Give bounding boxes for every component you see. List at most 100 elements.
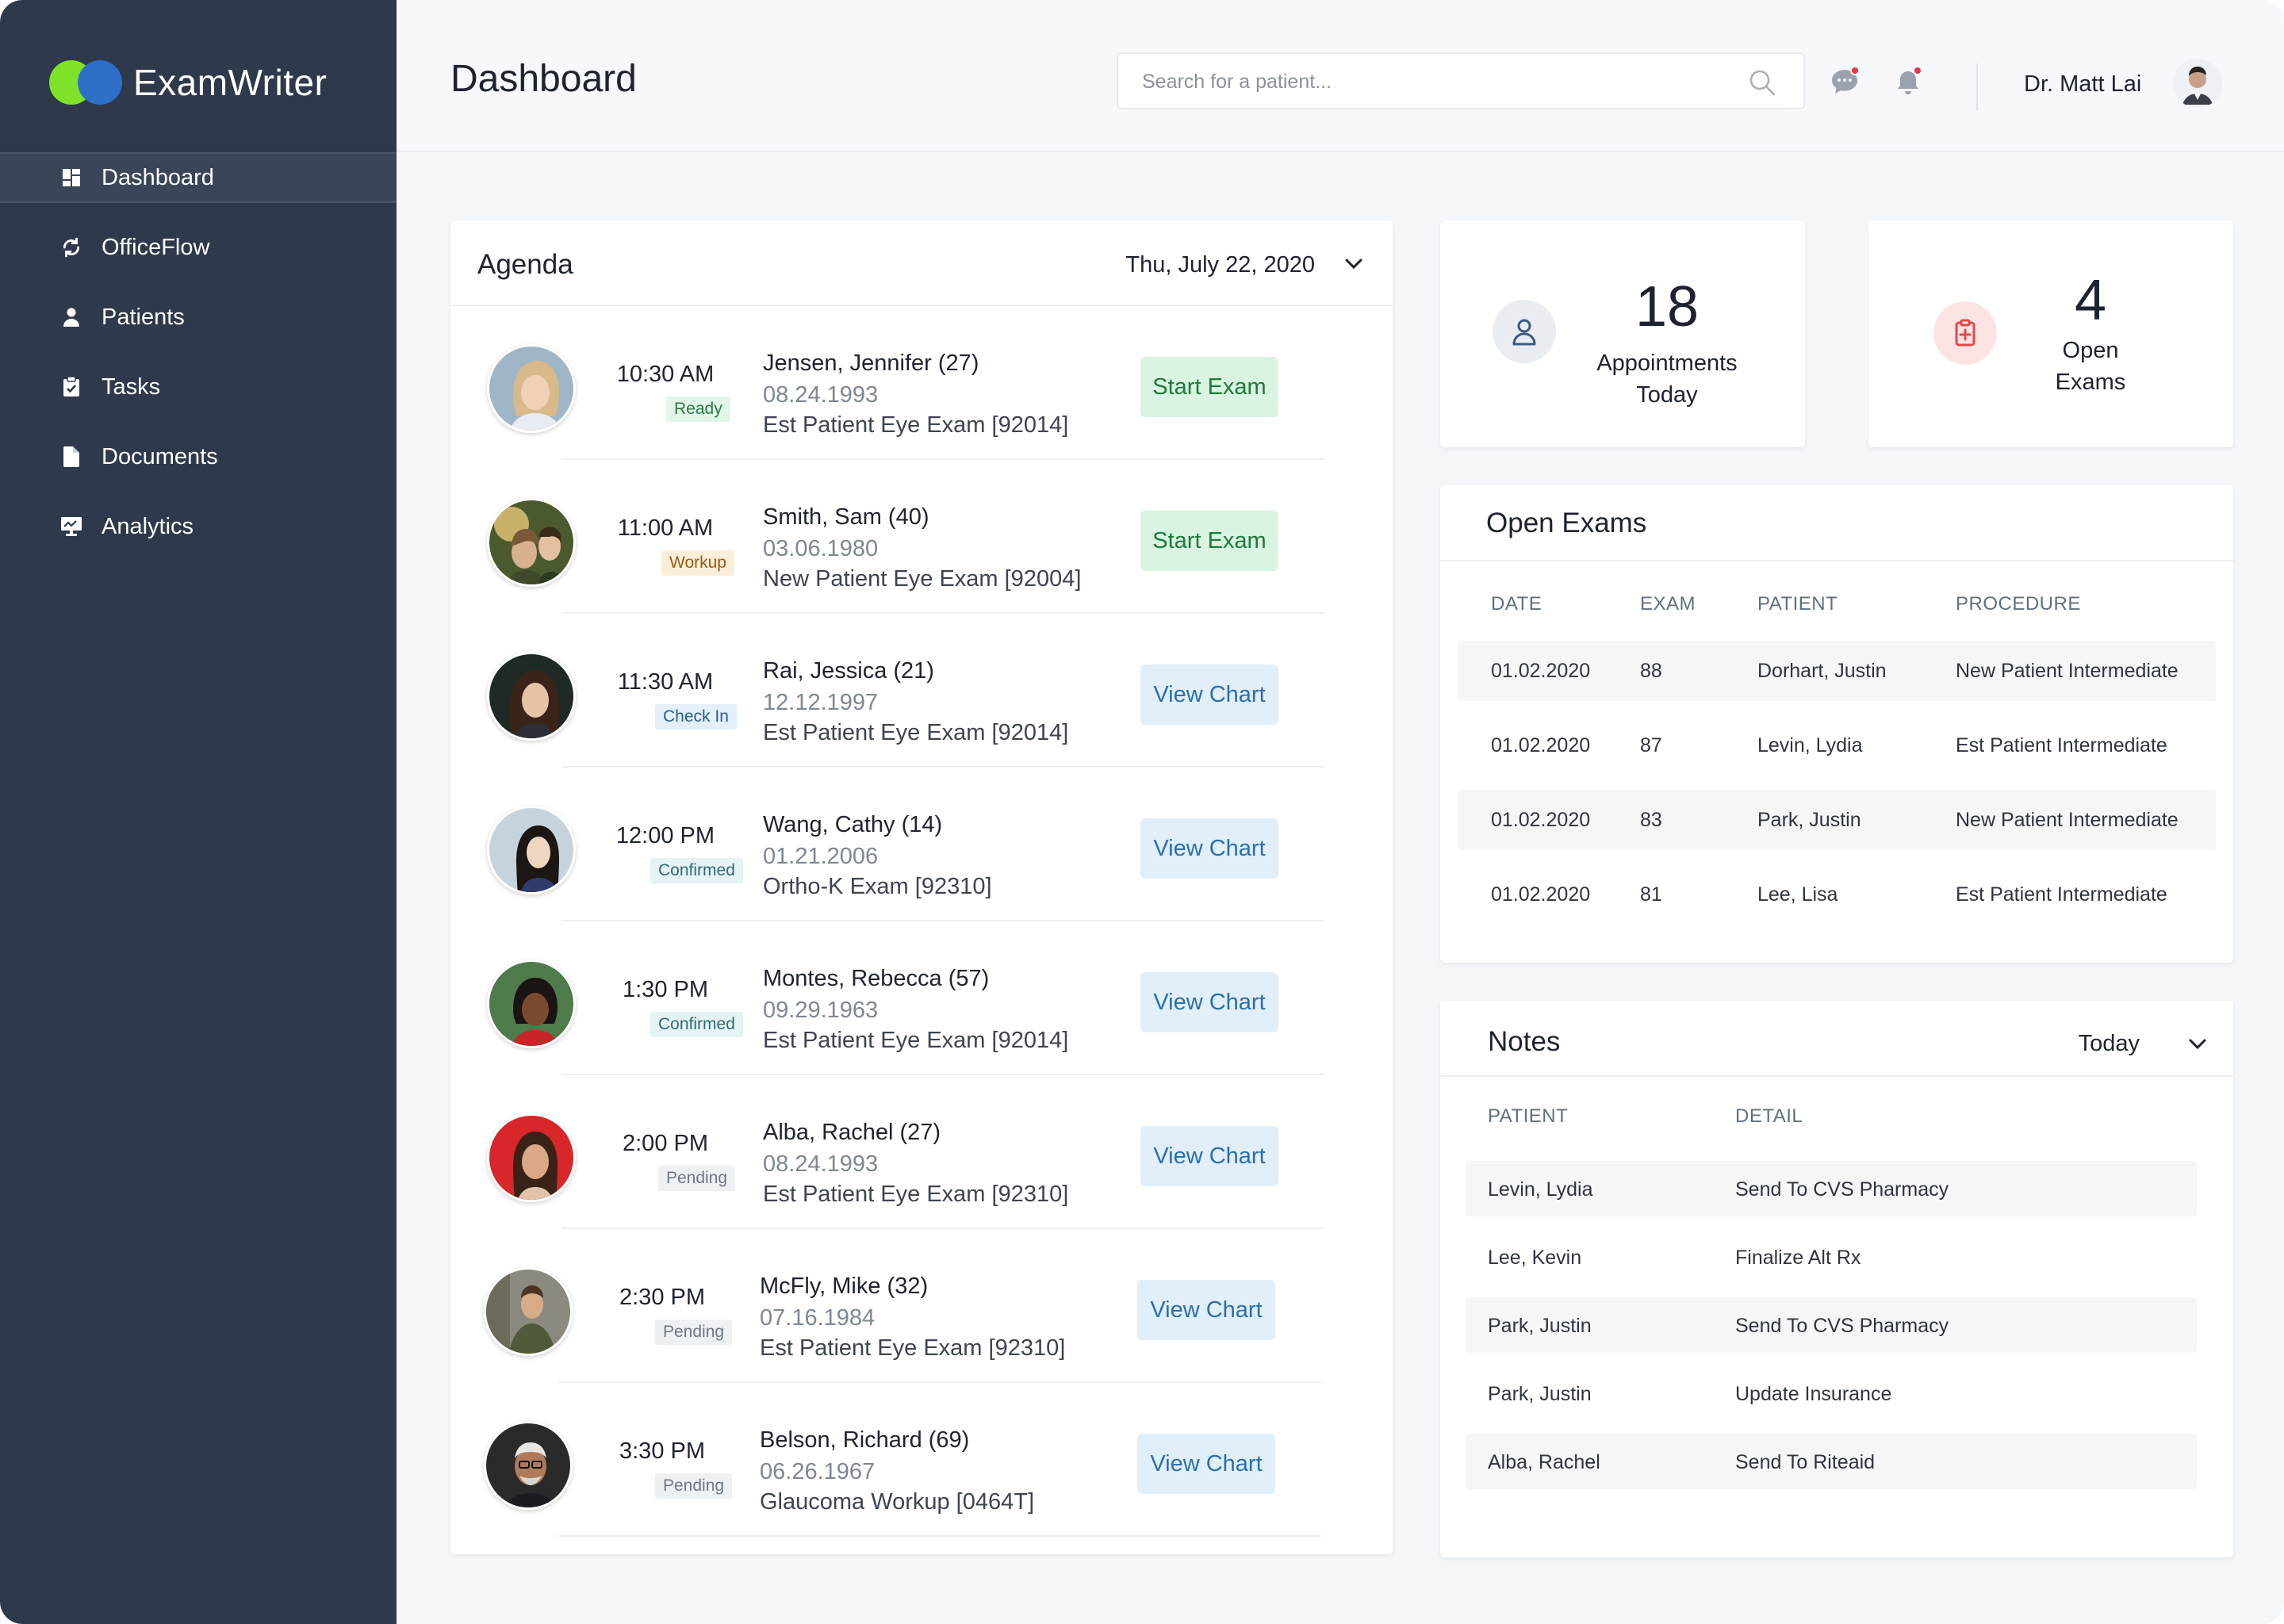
cell-patient: Park, Justin xyxy=(1757,809,1861,831)
list-item[interactable]: Park, Justin Send To CVS Pharmacy xyxy=(1466,1297,2197,1353)
view-chart-button[interactable]: View Chart xyxy=(1137,1280,1275,1340)
sidebar-item-documents[interactable]: Documents xyxy=(0,431,397,482)
appointment-procedure: Ortho-K Exam [92310] xyxy=(763,874,992,899)
sidebar-item-label: Tasks xyxy=(102,373,161,400)
appointment-procedure: Est Patient Eye Exam [92310] xyxy=(760,1335,1066,1361)
table-row[interactable]: 01.02.2020 88 Dorhart, Justin New Patien… xyxy=(1458,641,2216,701)
sidebar-item-label: Analytics xyxy=(102,513,194,539)
sidebar-item-dashboard[interactable]: Dashboard xyxy=(0,152,397,203)
note-detail: Send To CVS Pharmacy xyxy=(1735,1315,1949,1337)
top-header: Dashboard Dr. Matt Lai xyxy=(397,0,2284,152)
app-logo[interactable]: ExamWriter xyxy=(49,57,327,108)
view-chart-button[interactable]: View Chart xyxy=(1140,1126,1278,1186)
appointment-procedure: Glaucoma Workup [0464T] xyxy=(760,1489,1035,1515)
cell-procedure: New Patient Intermediate xyxy=(1956,660,2179,682)
open-exams-count: 4 xyxy=(2074,269,2107,332)
sidebar-item-patients[interactable]: Patients xyxy=(0,292,397,343)
column-header-patient[interactable]: PATIENT xyxy=(1757,593,1838,615)
sidebar-item-tasks[interactable]: Tasks xyxy=(0,362,397,412)
view-chart-button[interactable]: View Chart xyxy=(1140,972,1278,1032)
user-avatar[interactable] xyxy=(2173,59,2222,108)
list-item[interactable]: Lee, Kevin Finalize Alt Rx xyxy=(1466,1229,2197,1285)
view-chart-button[interactable]: View Chart xyxy=(1140,818,1278,879)
patient-name[interactable]: McFly, Mike (32) xyxy=(760,1274,928,1300)
note-patient: Levin, Lydia xyxy=(1488,1178,1593,1201)
chevron-down-icon[interactable] xyxy=(2186,1034,2209,1053)
patient-dob: 01.21.2006 xyxy=(763,844,879,869)
patient-name[interactable]: Jensen, Jennifer (27) xyxy=(763,350,979,377)
open-exams-title: Open Exams xyxy=(1486,508,1647,538)
column-header-procedure[interactable]: PROCEDURE xyxy=(1956,593,2081,615)
view-chart-button[interactable]: View Chart xyxy=(1140,665,1278,725)
chevron-down-icon[interactable] xyxy=(1342,254,1366,273)
cell-exam: 81 xyxy=(1640,883,1662,906)
cell-procedure: Est Patient Intermediate xyxy=(1956,883,2167,906)
patient-name[interactable]: Wang, Cathy (14) xyxy=(763,812,942,838)
cell-date: 01.02.2020 xyxy=(1491,809,1591,831)
cell-patient: Dorhart, Justin xyxy=(1757,660,1887,682)
list-item[interactable]: Park, Justin Update Insurance xyxy=(1466,1365,2197,1421)
search-input[interactable] xyxy=(1142,67,1729,97)
column-header-detail[interactable]: DETAIL xyxy=(1735,1105,1803,1128)
appointments-today-card[interactable]: 18 Appointments Today xyxy=(1440,220,1805,447)
sidebar: ExamWriter Dashboard OfficeFlow Patients xyxy=(0,0,397,1624)
notification-bell-icon[interactable] xyxy=(1894,66,1924,97)
cell-patient: Levin, Lydia xyxy=(1757,734,1863,756)
appointment-row: 11:30 AM Check In Rai, Jessica (21) 12.1… xyxy=(487,614,1324,768)
list-item[interactable]: Alba, Rachel Send To Riteaid xyxy=(1466,1434,2197,1489)
patient-dob: 03.06.1980 xyxy=(763,536,879,561)
patient-name[interactable]: Belson, Richard (69) xyxy=(760,1427,969,1454)
start-exam-button[interactable]: Start Exam xyxy=(1140,357,1278,417)
open-exams-card[interactable]: 4 Open Exams xyxy=(1868,220,2233,447)
sidebar-item-analytics[interactable]: Analytics xyxy=(0,501,397,552)
page-title: Dashboard xyxy=(450,58,637,100)
patient-name[interactable]: Smith, Sam (40) xyxy=(763,504,929,530)
status-badge: Confirmed xyxy=(650,1012,743,1037)
appointment-time: 1:30 PM xyxy=(623,977,708,1002)
appointment-time: 11:30 AM xyxy=(617,669,714,695)
cell-date: 01.02.2020 xyxy=(1491,660,1591,682)
column-header-exam[interactable]: EXAM xyxy=(1640,593,1696,615)
notes-filter[interactable]: Today xyxy=(2079,1031,2140,1057)
search-icon[interactable] xyxy=(1748,68,1776,97)
patient-name[interactable]: Alba, Rachel (27) xyxy=(763,1120,941,1146)
appointment-row: 10:30 AM Ready Jensen, Jennifer (27) 08.… xyxy=(487,306,1324,460)
appointment-procedure: Est Patient Eye Exam [92014] xyxy=(763,412,1069,438)
appointment-time: 2:30 PM xyxy=(619,1285,705,1310)
person-icon xyxy=(60,306,82,328)
note-detail: Send To CVS Pharmacy xyxy=(1735,1178,1949,1201)
table-row[interactable]: 01.02.2020 87 Levin, Lydia Est Patient I… xyxy=(1458,715,2216,776)
app-window: ExamWriter Dashboard OfficeFlow Patients xyxy=(0,0,2284,1624)
patient-dob: 07.16.1984 xyxy=(760,1305,876,1331)
appointments-today-label: Appointments Today xyxy=(1596,350,1738,408)
refresh-icon xyxy=(60,236,82,259)
list-item[interactable]: Levin, Lydia Send To CVS Pharmacy xyxy=(1466,1161,2197,1216)
status-badge: Confirmed xyxy=(650,858,743,883)
table-row[interactable]: 01.02.2020 83 Park, Justin New Patient I… xyxy=(1458,790,2216,850)
column-header-patient[interactable]: PATIENT xyxy=(1488,1105,1568,1128)
sidebar-item-label: Patients xyxy=(102,304,185,330)
user-name[interactable]: Dr. Matt Lai xyxy=(2024,71,2141,98)
start-exam-button[interactable]: Start Exam xyxy=(1140,511,1278,571)
agenda-date[interactable]: Thu, July 22, 2020 xyxy=(1125,252,1315,278)
patient-name[interactable]: Rai, Jessica (21) xyxy=(763,658,934,684)
sidebar-item-officeflow[interactable]: OfficeFlow xyxy=(0,222,397,273)
chat-icon[interactable] xyxy=(1829,66,1860,97)
note-patient: Alba, Rachel xyxy=(1488,1451,1600,1473)
appointment-time: 12:00 PM xyxy=(615,823,715,848)
table-row[interactable]: 01.02.2020 81 Lee, Lisa Est Patient Inte… xyxy=(1458,864,2216,925)
patient-name[interactable]: Montes, Rebecca (57) xyxy=(763,966,989,992)
open-exams-table-card: Open Exams DATE EXAM PATIENT PROCEDURE 0… xyxy=(1440,485,2233,963)
appointment-row: 1:30 PM Confirmed Montes, Rebecca (57) 0… xyxy=(487,921,1324,1075)
appointment-procedure: New Patient Eye Exam [92004] xyxy=(763,566,1082,592)
dashboard-icon xyxy=(60,167,82,189)
status-badge: Ready xyxy=(666,396,730,422)
patient-dob: 09.29.1963 xyxy=(763,998,879,1023)
patient-search[interactable] xyxy=(1117,52,1805,109)
view-chart-button[interactable]: View Chart xyxy=(1137,1434,1275,1494)
notes-card: Notes Today PATIENT DETAIL Levin, Lydia … xyxy=(1440,1001,2233,1557)
sidebar-nav: Dashboard OfficeFlow Patients Tasks Docu… xyxy=(0,152,397,571)
note-patient: Lee, Kevin xyxy=(1488,1247,1582,1269)
logo-mark-icon xyxy=(49,60,122,105)
column-header-date[interactable]: DATE xyxy=(1491,593,1542,615)
